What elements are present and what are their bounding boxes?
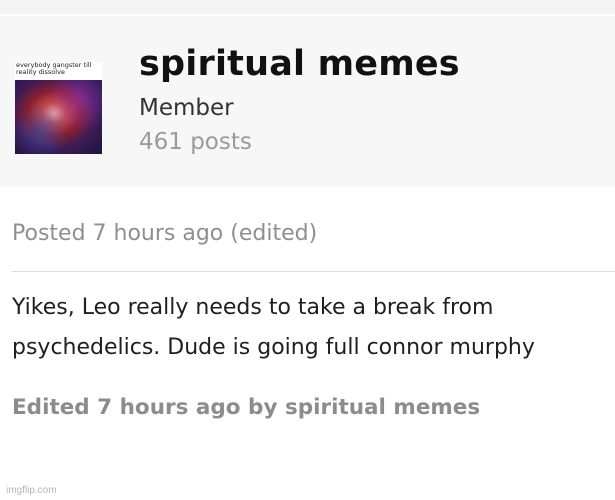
- divider: [12, 271, 615, 272]
- post-body-line: Yikes, Leo really needs to take a break …: [12, 295, 494, 320]
- username-link[interactable]: spiritual memes: [139, 44, 460, 84]
- top-bar: [0, 0, 615, 14]
- post-body: Yikes, Leo really needs to take a break …: [12, 288, 612, 368]
- avatar-image: [15, 80, 102, 154]
- avatar-caption: everybody gangster till reality dissolve: [16, 62, 92, 76]
- user-role: Member: [139, 95, 234, 121]
- post-timestamp: Posted 7 hours ago (edited): [12, 221, 318, 246]
- watermark: imgflip.com: [6, 485, 57, 496]
- post-count: 461 posts: [139, 129, 252, 155]
- profile-card: everybody gangster till reality dissolve: [0, 16, 615, 187]
- edited-note: Edited 7 hours ago by spiritual memes: [12, 395, 481, 420]
- avatar[interactable]: everybody gangster till reality dissolve: [15, 62, 102, 154]
- post-body-line: psychedelics. Dude is going full connor …: [12, 335, 535, 360]
